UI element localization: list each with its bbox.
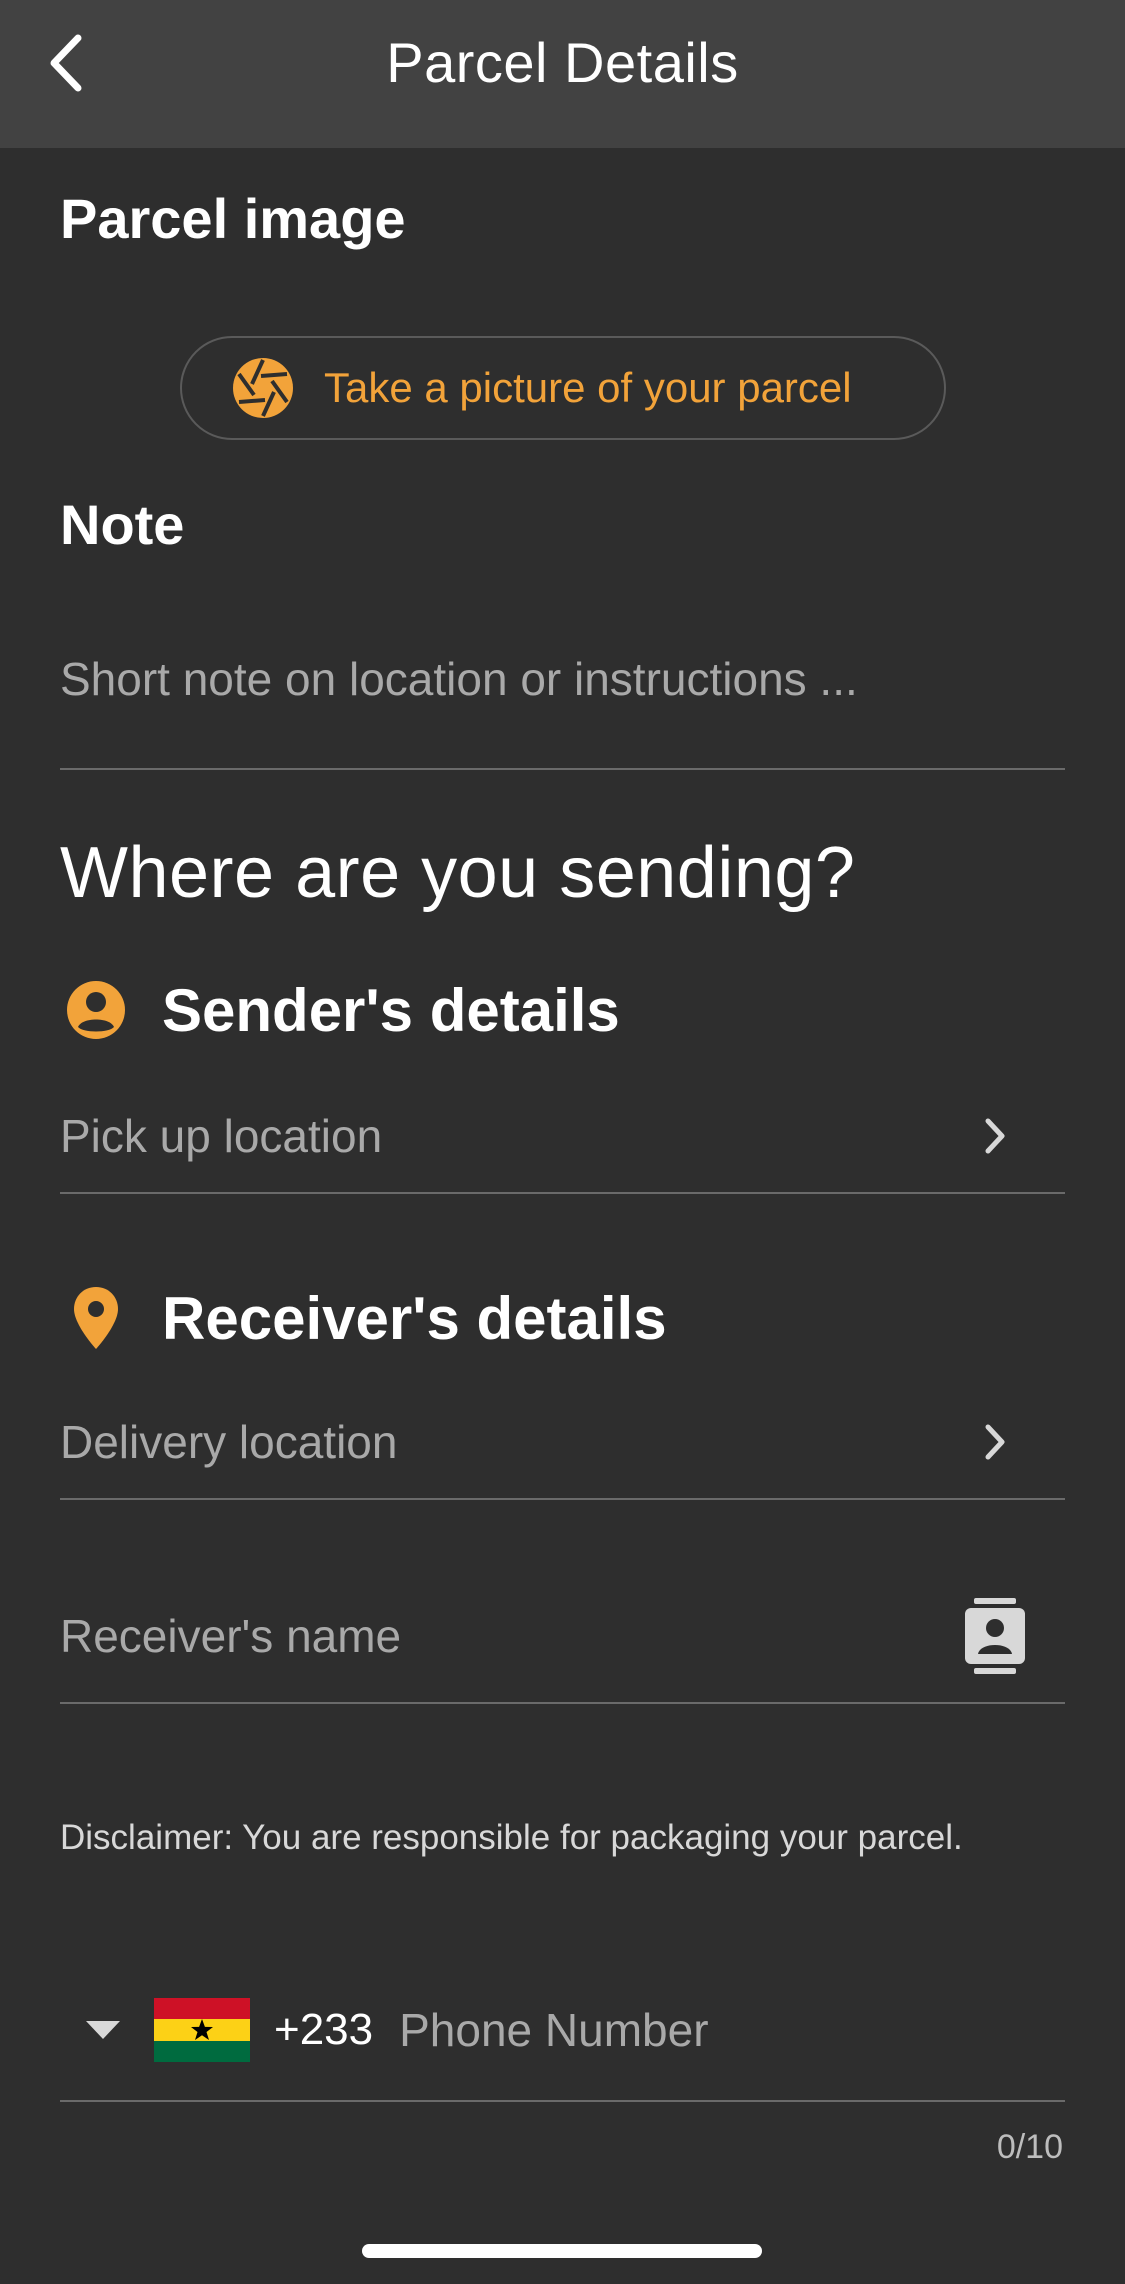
triangle-down-icon	[86, 2021, 120, 2039]
app-header: Parcel Details	[0, 0, 1125, 148]
contact-card-icon[interactable]	[963, 1596, 1027, 1676]
receiver-heading: Receiver's details	[60, 1282, 667, 1354]
disclaimer-text: Disclaimer: You are responsible for pack…	[60, 1818, 963, 1857]
page-title: Parcel Details	[386, 31, 739, 94]
phone-number-input[interactable]: Phone Number	[399, 2003, 708, 2057]
note-placeholder: Short note on location or instructions .…	[60, 653, 858, 705]
parcel-details-screen: Parcel Details Parcel image Take a pictu…	[0, 0, 1125, 2284]
take-picture-label: Take a picture of your parcel	[324, 364, 852, 411]
receiver-name-placeholder: Receiver's name	[60, 1610, 402, 1662]
chevron-right-icon	[965, 1412, 1025, 1472]
note-title: Note	[60, 493, 185, 556]
pickup-location-field[interactable]: Pick up location	[60, 1080, 1065, 1194]
sender-heading: Sender's details	[60, 974, 620, 1046]
country-code: +233	[274, 2005, 374, 2054]
pickup-location-placeholder: Pick up location	[60, 1110, 383, 1162]
note-field[interactable]: Short note on location or instructions .…	[60, 640, 1065, 770]
receiver-name-field[interactable]: Receiver's name	[60, 1570, 1065, 1704]
phone-character-counter: 0/10	[996, 2128, 1063, 2166]
location-pin-icon	[60, 1282, 132, 1354]
take-picture-button[interactable]: Take a picture of your parcel	[180, 336, 946, 440]
parcel-image-title: Parcel image	[60, 187, 406, 250]
camera-aperture-icon	[232, 357, 294, 419]
sending-heading: Where are you sending?	[60, 833, 856, 913]
ghana-flag-icon[interactable]	[154, 1998, 250, 2062]
delivery-location-field[interactable]: Delivery location	[60, 1386, 1065, 1500]
country-dropdown[interactable]	[68, 2000, 138, 2060]
delivery-location-placeholder: Delivery location	[60, 1416, 398, 1468]
sender-title: Sender's details	[162, 976, 620, 1044]
receiver-title: Receiver's details	[162, 1284, 667, 1352]
chevron-right-icon	[965, 1106, 1025, 1166]
home-indicator[interactable]	[362, 2244, 762, 2258]
person-circle-icon	[60, 974, 132, 1046]
phone-number-field: +233 Phone Number	[60, 1960, 1065, 2102]
